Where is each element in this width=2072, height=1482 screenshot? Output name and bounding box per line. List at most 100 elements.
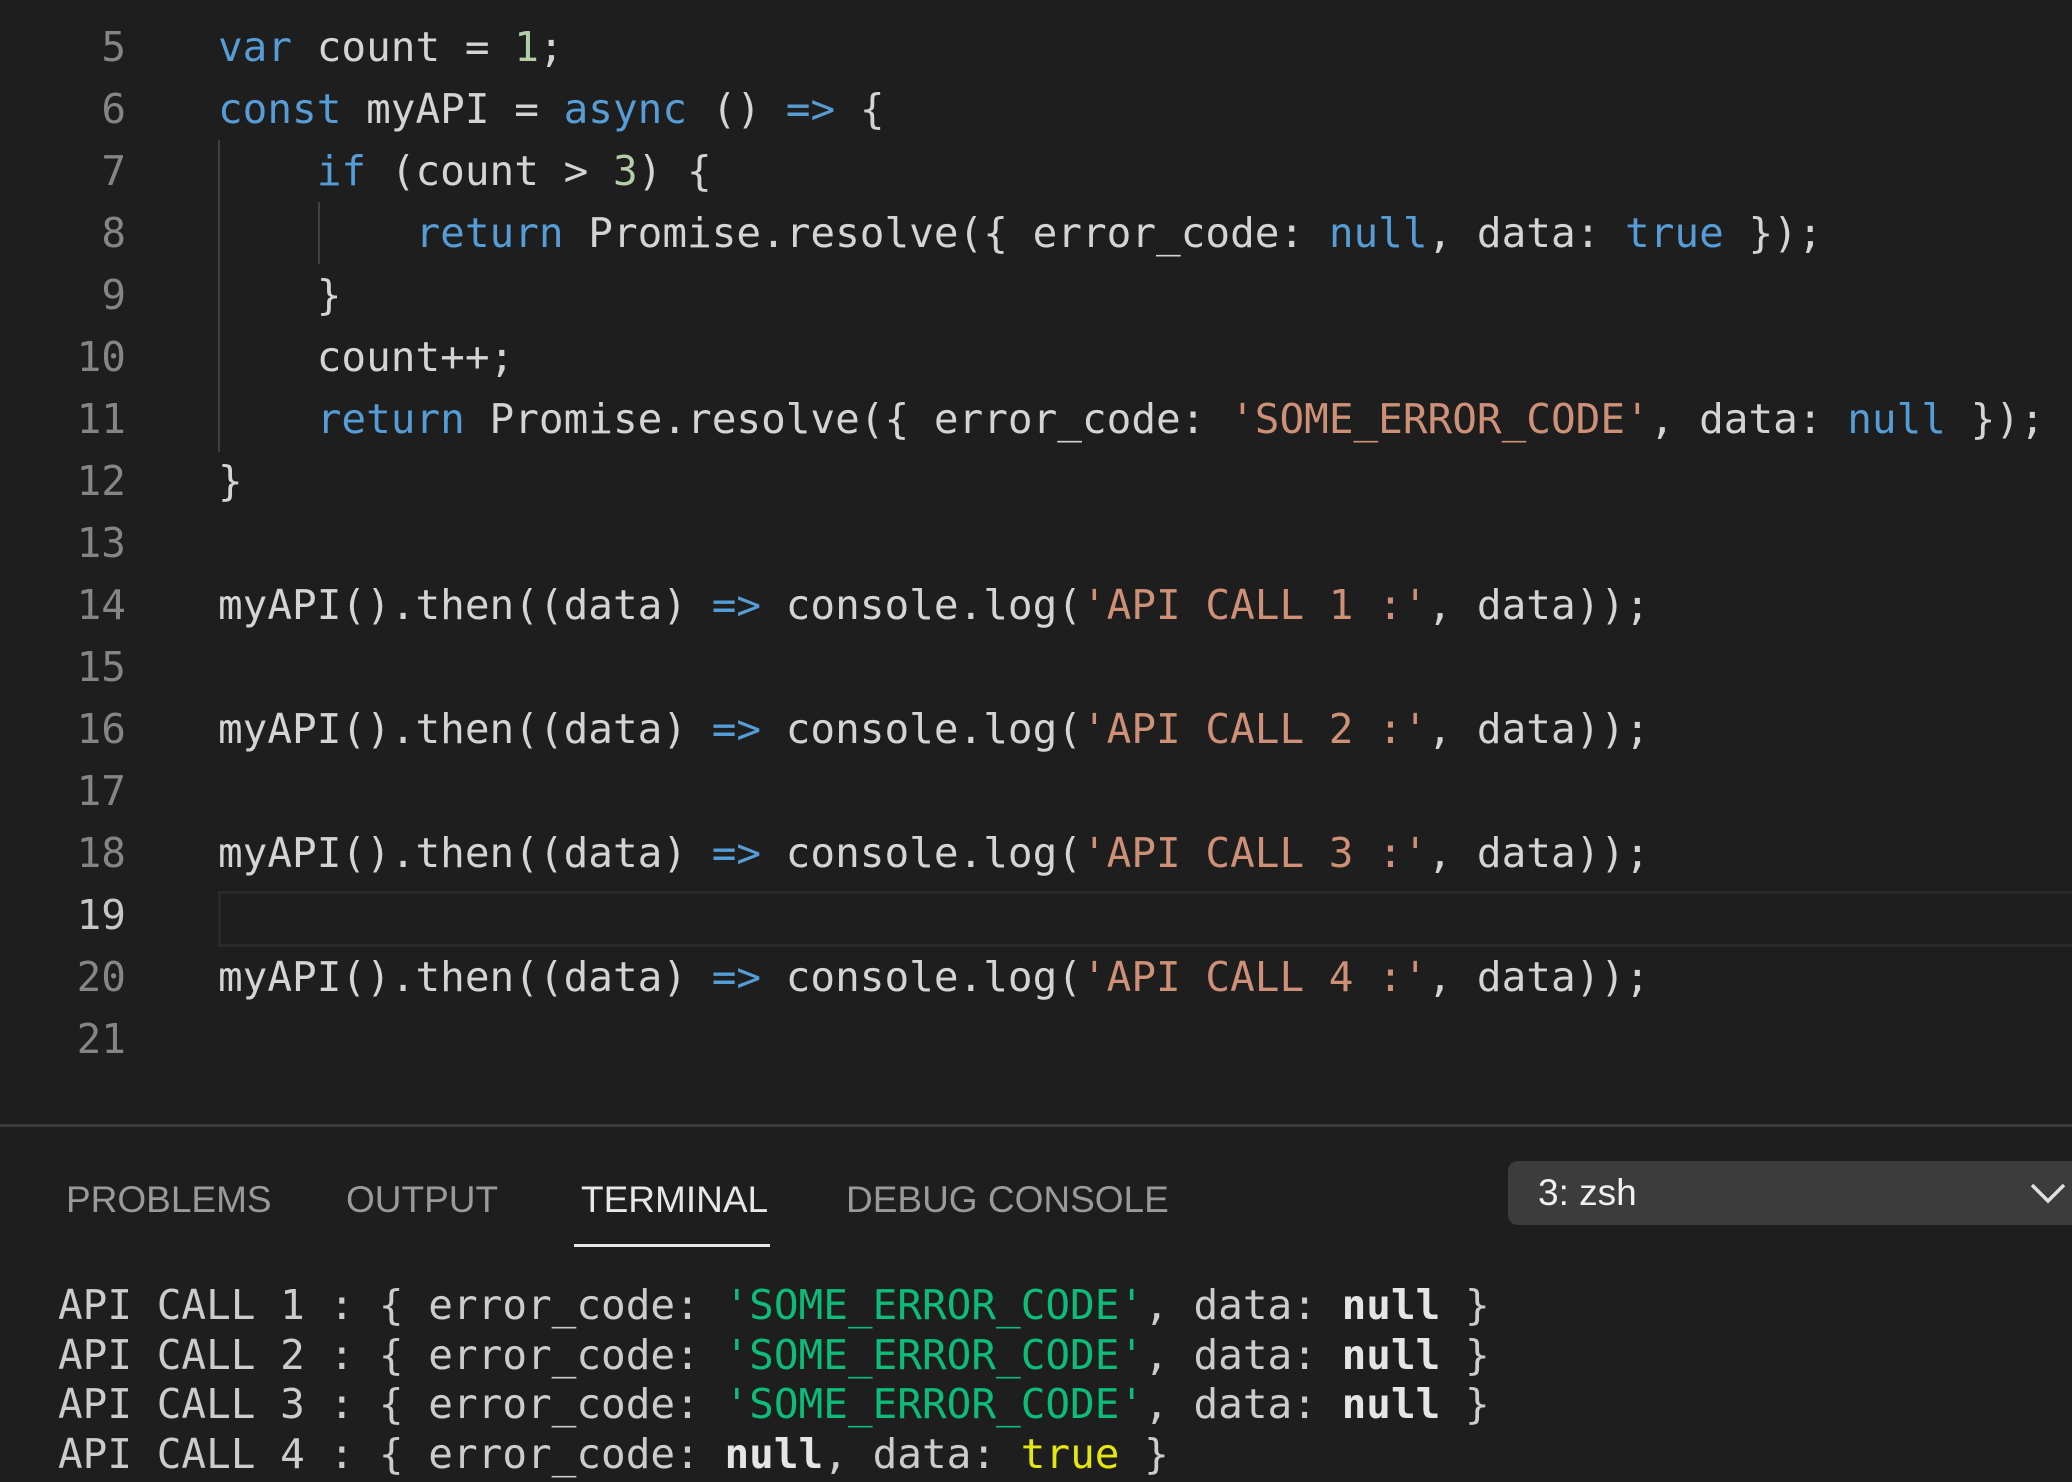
code-token: 'API CALL 1 :' <box>1081 581 1428 629</box>
code-token: 3 <box>612 147 638 195</box>
code-line[interactable]: 7 if (count > 3) { <box>0 140 2072 202</box>
terminal-output[interactable]: API CALL 1 : { error_code: 'SOME_ERROR_C… <box>58 1281 2058 1479</box>
code-token: console.log( <box>761 953 1082 1001</box>
code-token: myAPI().then((data) <box>218 953 712 1001</box>
line-number: 9 <box>101 271 126 319</box>
terminal-token: true <box>1020 1429 1120 1478</box>
code-text: if (count > 3) { <box>218 140 712 202</box>
code-line[interactable]: 5 var count = 1; <box>0 16 2072 78</box>
code-token: (count > <box>366 147 613 195</box>
line-number: 13 <box>76 519 126 567</box>
tab-problems[interactable]: PROBLEMS <box>66 1169 272 1231</box>
code-line[interactable]: 6 const myAPI = async () => { <box>0 78 2072 140</box>
terminal-line: API CALL 2 : { error_code: 'SOME_ERROR_C… <box>58 1331 2058 1381</box>
code-token: null <box>1847 395 1946 443</box>
terminal-token: API CALL 4 : { error_code: <box>58 1429 725 1478</box>
terminal-token: , data: <box>823 1429 1021 1478</box>
code-line[interactable]: 8 return Promise.resolve({ error_code: n… <box>0 202 2072 264</box>
line-number: 5 <box>101 23 126 71</box>
code-line[interactable]: 12} <box>0 450 2072 512</box>
terminal-token: } <box>1440 1281 1490 1329</box>
terminal-token: API CALL 1 : { error_code: <box>58 1281 725 1329</box>
code-text: myAPI().then((data) => console.log('API … <box>218 574 1650 636</box>
code-token: if <box>316 147 367 195</box>
vscode-window: 5 var count = 1; 6 const myAPI = async () =… <box>0 0 2072 1482</box>
tab-terminal[interactable]: TERMINAL <box>581 1169 768 1231</box>
tab-output[interactable]: OUTPUT <box>346 1169 498 1231</box>
line-number: 6 <box>101 85 126 133</box>
line-number: 10 <box>76 333 126 381</box>
terminal-selector[interactable]: 3: zsh <box>1508 1161 2072 1225</box>
line-number: 7 <box>101 147 126 195</box>
code-token: 'API CALL 2 :' <box>1081 705 1428 753</box>
code-line[interactable]: 14 myAPI().then((data) => console.log('AP… <box>0 574 2072 636</box>
code-editor[interactable]: 5 var count = 1; 6 const myAPI = async () =… <box>0 0 2072 1124</box>
code-token: myAPI().then((data) <box>218 829 712 877</box>
code-token: => <box>785 85 836 133</box>
code-token: 'SOME_ERROR_CODE' <box>1230 395 1650 443</box>
terminal-token: } <box>1119 1429 1169 1478</box>
code-line[interactable]: 10 count++; <box>0 326 2072 388</box>
line-number: 21 <box>76 1015 126 1063</box>
terminal-line: API CALL 3 : { error_code: 'SOME_ERROR_C… <box>58 1380 2058 1430</box>
code-token: count++; <box>218 333 515 381</box>
code-token: } <box>218 457 243 505</box>
code-token: , data: <box>1427 209 1626 257</box>
terminal-token: null <box>724 1429 824 1478</box>
code-line[interactable]: 16 myAPI().then((data) => console.log('AP… <box>0 698 2072 760</box>
code-line[interactable]: 15 <box>0 636 2072 698</box>
code-line[interactable]: 20 myAPI().then((data) => console.log('AP… <box>0 946 2072 1008</box>
code-token: true <box>1625 209 1724 257</box>
code-token: , data)); <box>1427 829 1650 877</box>
code-token: console.log( <box>761 829 1082 877</box>
line-number: 8 <box>101 209 126 257</box>
terminal-selector-value: 3: zsh <box>1538 1172 1637 1213</box>
code-token: }); <box>1723 209 1823 257</box>
terminal-token: 'SOME_ERROR_CODE' <box>724 1281 1145 1329</box>
code-line[interactable]: 9 } <box>0 264 2072 326</box>
code-line[interactable]: 13 <box>0 512 2072 574</box>
code-token: => <box>711 829 762 877</box>
code-text: } <box>218 450 243 512</box>
code-token: => <box>711 581 762 629</box>
terminal-token: null <box>1341 1330 1441 1379</box>
code-line[interactable]: 11 return Promise.resolve({ error_code: … <box>0 388 2072 450</box>
terminal-token: API CALL 3 : { error_code: <box>58 1380 725 1428</box>
line-number: 18 <box>76 829 126 877</box>
code-token: myAPI = <box>341 85 564 133</box>
code-token: myAPI().then((data) <box>218 581 712 629</box>
code-token: return <box>415 209 564 257</box>
terminal-token: null <box>1341 1380 1441 1428</box>
code-token: 'API CALL 4 :' <box>1081 953 1428 1001</box>
terminal-line: API CALL 4 : { error_code: null, data: t… <box>58 1430 2058 1480</box>
code-token: , data: <box>1649 395 1848 443</box>
terminal-token: } <box>1440 1330 1490 1379</box>
terminal-token: , data: <box>1144 1330 1342 1379</box>
terminal-line: API CALL 1 : { error_code: 'SOME_ERROR_C… <box>58 1281 2058 1331</box>
code-token: console.log( <box>761 581 1082 629</box>
terminal-token: } <box>1440 1380 1490 1428</box>
code-token: { <box>835 85 885 133</box>
code-token: count = <box>292 23 515 71</box>
code-token: , data)); <box>1427 953 1650 1001</box>
tab-debug-console[interactable]: DEBUG CONSOLE <box>846 1169 1169 1231</box>
code-token: () <box>687 85 786 133</box>
code-line[interactable]: 18 myAPI().then((data) => console.log('AP… <box>0 822 2072 884</box>
code-line[interactable]: 21 <box>0 1008 2072 1070</box>
code-text: myAPI().then((data) => console.log('API … <box>218 698 1650 760</box>
code-text: myAPI().then((data) => console.log('API … <box>218 822 1650 884</box>
chevron-down-icon <box>2030 1183 2066 1204</box>
active-tab-indicator <box>574 1244 770 1247</box>
code-token: Promise.resolve({ error_code: <box>464 395 1231 443</box>
terminal-token: null <box>1341 1281 1441 1329</box>
code-token: var <box>218 23 293 71</box>
code-line[interactable]: 19 <box>0 884 2072 946</box>
code-line[interactable]: 17 <box>0 760 2072 822</box>
code-token: null <box>1328 209 1428 257</box>
code-token: => <box>711 705 762 753</box>
code-text: var count = 1; <box>218 16 564 78</box>
code-token: => <box>711 953 762 1001</box>
code-token: myAPI().then((data) <box>218 705 712 753</box>
